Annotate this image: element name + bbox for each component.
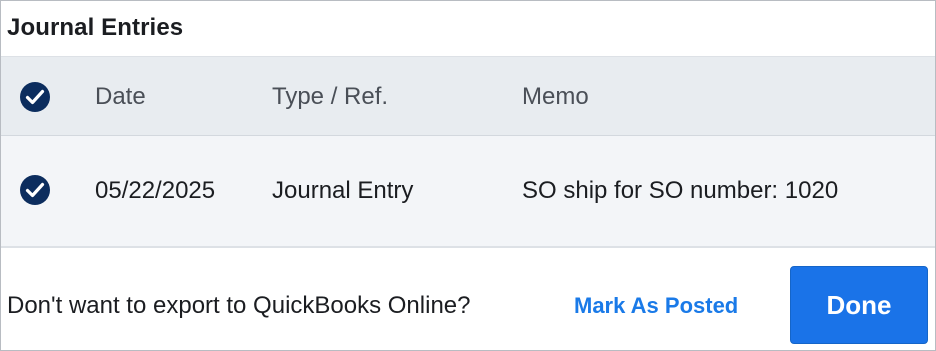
mark-as-posted-link[interactable]: Mark As Posted: [574, 293, 738, 319]
column-header-date[interactable]: Date: [95, 83, 146, 111]
table-header: Date Type / Ref. Memo: [1, 56, 935, 136]
row-type-ref: Journal Entry: [272, 177, 414, 204]
select-all-check-icon[interactable]: [19, 81, 51, 113]
panel-footer: Don't want to export to QuickBooks Onlin…: [1, 249, 935, 350]
panel-title: Journal Entries: [7, 14, 184, 41]
column-header-memo[interactable]: Memo: [522, 83, 589, 111]
table-row[interactable]: 05/22/2025 Journal Entry SO ship for SO …: [1, 136, 935, 248]
column-header-type-ref[interactable]: Type / Ref.: [272, 83, 388, 111]
row-date: 05/22/2025: [95, 177, 216, 204]
row-check-icon[interactable]: [19, 174, 51, 206]
export-prompt-text: Don't want to export to QuickBooks Onlin…: [7, 292, 471, 319]
row-memo: SO ship for SO number: 1020: [522, 177, 839, 204]
done-button[interactable]: Done: [790, 266, 928, 344]
journal-entries-panel: Journal Entries Date Type / Ref. Memo 05…: [0, 0, 936, 351]
